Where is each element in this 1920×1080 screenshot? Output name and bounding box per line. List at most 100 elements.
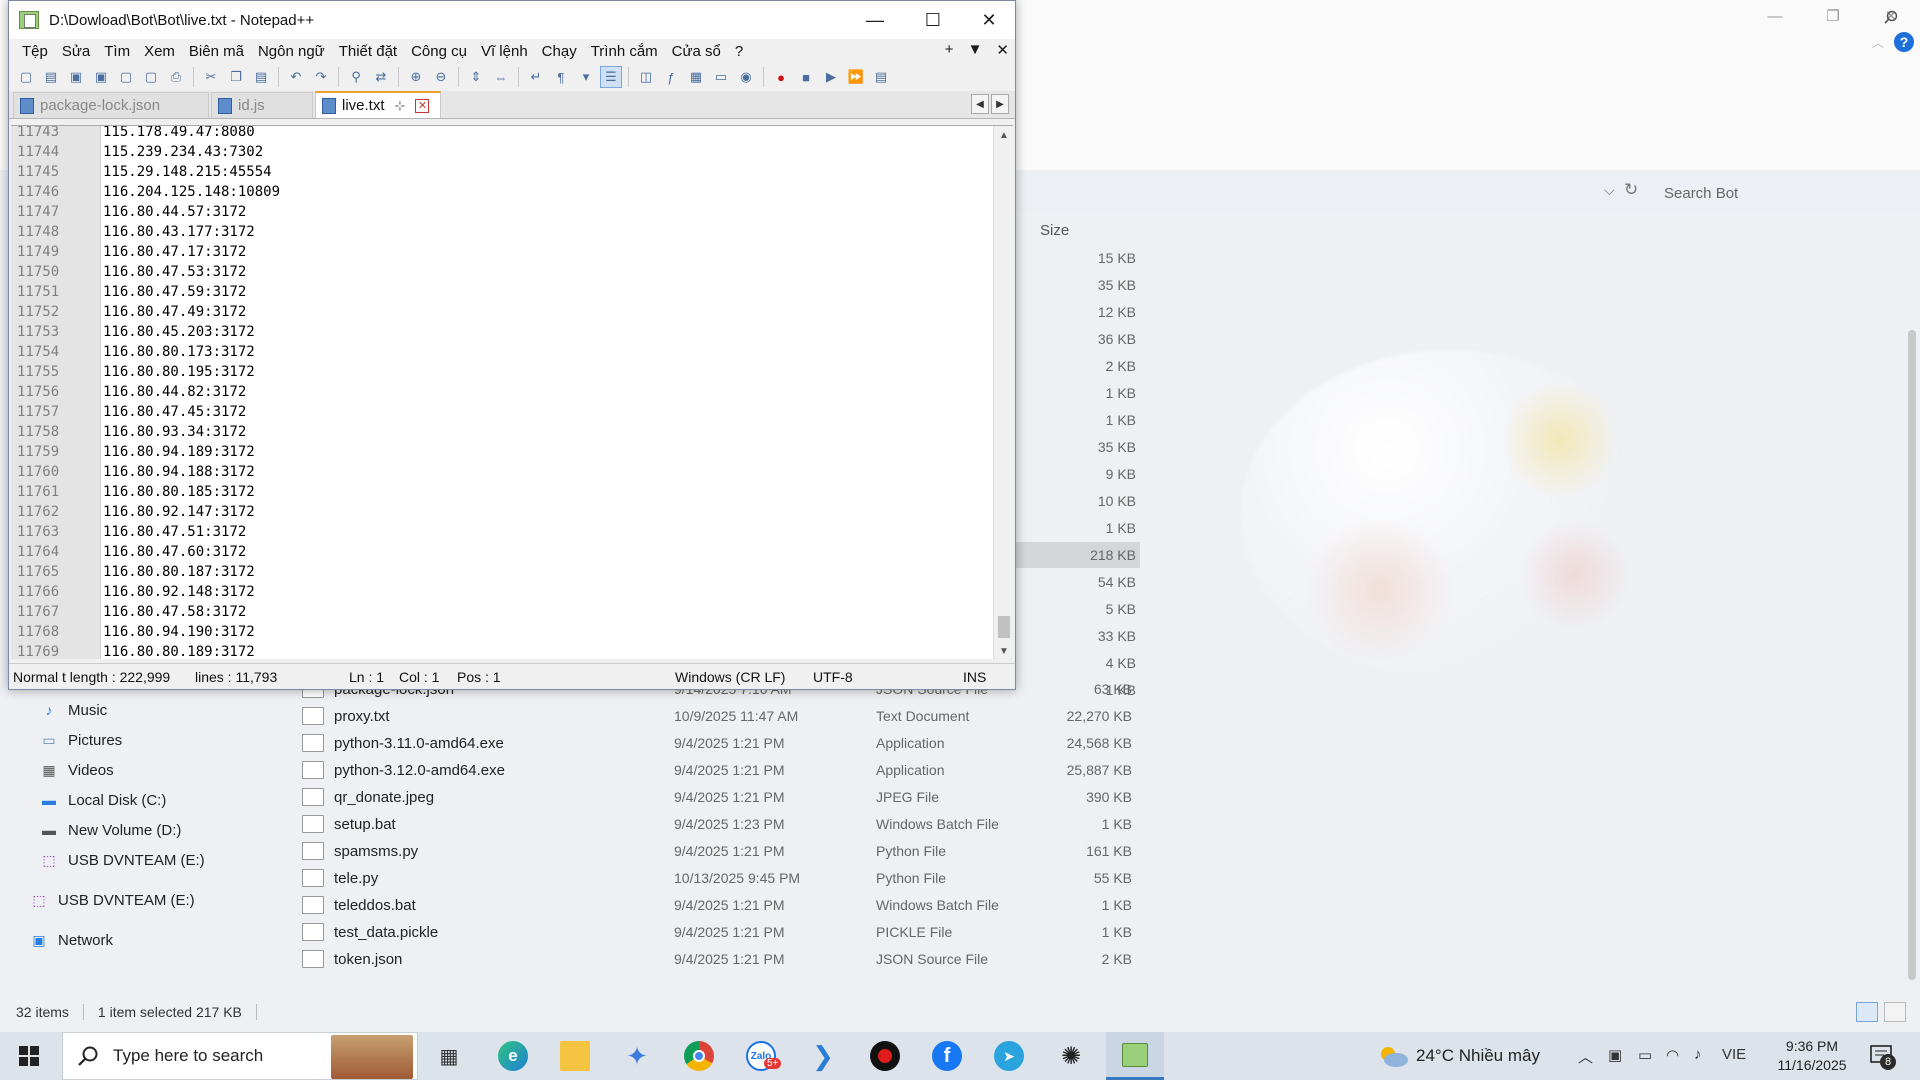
open-file-icon[interactable]: ▤ (40, 66, 62, 88)
tab-scroll-right-button[interactable]: ▶ (991, 94, 1009, 114)
size-column-header[interactable]: Size (1040, 222, 1069, 239)
undo-icon[interactable]: ↶ (285, 66, 307, 88)
maximize-button[interactable]: ☐ (905, 1, 961, 39)
file-row[interactable]: token.json 9/4/2025 1:21 PM JSON Source Fi… (290, 946, 1150, 972)
macro-run-multiple-icon[interactable]: ⏩ (845, 66, 867, 88)
ribbon-collapse-icon[interactable]: ︿ (1872, 34, 1884, 51)
file-row[interactable]: spamsms.py 9/4/2025 1:21 PM Python File 161… (290, 838, 1150, 864)
sync-horizontal-icon[interactable]: ⇔ (490, 66, 512, 88)
new-tab-button[interactable]: + (945, 41, 954, 59)
dropdown-icon[interactable]: ▾ (575, 66, 597, 88)
editor-scrollbar[interactable]: ▲ ▼ (993, 126, 1013, 659)
meet-icon[interactable]: ▣ (1608, 1046, 1622, 1064)
tiles-view-button[interactable] (1884, 1002, 1906, 1022)
folder-as-workspace-icon[interactable]: ▭ (710, 66, 732, 88)
pin-icon[interactable]: ⊹ (395, 98, 406, 114)
taskbar-zalo[interactable]: Zalo 5+ (736, 1032, 786, 1080)
taskbar-notepad-plus-plus[interactable] (1106, 1032, 1164, 1080)
nav-item[interactable]: ⬚ USB DVNTEAM (E:) (30, 887, 194, 913)
nav-item[interactable]: ▣ Network (30, 927, 113, 953)
menu-item[interactable]: Tệp (15, 43, 55, 60)
print-icon[interactable]: ⎙ (165, 66, 187, 88)
input-language[interactable]: VIE (1722, 1046, 1746, 1063)
minimize-button[interactable]: — (847, 1, 903, 39)
taskbar-telegram[interactable]: ➤ (984, 1032, 1034, 1080)
tab-list-button[interactable]: ▼ (968, 41, 983, 59)
show-hidden-icons-icon[interactable]: ︿ (1578, 1046, 1593, 1067)
taskbar-edge[interactable]: e (488, 1032, 538, 1080)
menu-item[interactable]: Chạy (535, 43, 584, 60)
nav-item[interactable]: ⬚ USB DVNTEAM (E:) (40, 847, 204, 873)
nav-item[interactable]: ▬ New Volume (D:) (40, 817, 181, 843)
menu-item[interactable]: Vĩ lệnh (474, 43, 535, 60)
close-button[interactable]: ✕ (961, 1, 1017, 39)
zoom-out-icon[interactable]: ⊖ (430, 66, 452, 88)
tab-close-icon[interactable]: ✕ (415, 98, 430, 113)
save-all-icon[interactable]: ▣ (90, 66, 112, 88)
start-button[interactable] (0, 1032, 58, 1080)
find-icon[interactable]: ⚲ (345, 66, 367, 88)
file-row[interactable]: tele.py 10/13/2025 9:45 PM Python File 55 K… (290, 865, 1150, 891)
show-all-characters-icon[interactable]: ¶ (550, 66, 572, 88)
nav-item[interactable]: ▭ Pictures (40, 727, 122, 753)
function-list-icon[interactable]: ƒ (660, 66, 682, 88)
word-wrap-icon[interactable]: ↵ (525, 66, 547, 88)
monitoring-icon[interactable]: ◉ (735, 66, 757, 88)
battery-icon[interactable]: ▭ (1638, 1046, 1652, 1064)
tab-scroll-left-button[interactable]: ◀ (971, 94, 989, 114)
save-icon[interactable]: ▣ (65, 66, 87, 88)
explorer-restore-button[interactable]: ❐ (1804, 0, 1862, 32)
wifi-icon[interactable]: ◠ (1666, 1046, 1679, 1064)
details-view-button[interactable] (1856, 1002, 1878, 1022)
file-row[interactable]: teleddos.bat 9/4/2025 1:21 PM Windows Batc… (290, 892, 1150, 918)
taskbar-chatgpt[interactable]: ✺ (1046, 1032, 1096, 1080)
explorer-scrollbar[interactable] (1908, 330, 1916, 980)
file-row[interactable]: proxy.txt 10/9/2025 11:47 AM Text Document… (290, 703, 1150, 729)
refresh-icon[interactable]: ↻ (1624, 180, 1638, 200)
menu-item[interactable]: Sửa (55, 43, 97, 60)
nav-item[interactable]: ▦ Videos (40, 757, 113, 783)
file-row[interactable]: python-3.12.0-amd64.exe 9/4/2025 1:21 PM A… (290, 757, 1150, 783)
macro-save-icon[interactable]: ▤ (870, 66, 892, 88)
copy-icon[interactable]: ❐ (225, 66, 247, 88)
address-dropdown-icon[interactable]: ⌵ (1604, 182, 1615, 199)
replace-icon[interactable]: ⇄ (370, 66, 392, 88)
scroll-down-button[interactable]: ▼ (994, 642, 1013, 659)
language-icon[interactable]: ◫ (635, 66, 657, 88)
taskbar-chrome[interactable] (674, 1032, 724, 1080)
document-tab[interactable]: id.js (211, 92, 313, 118)
file-row[interactable]: setup.bat 9/4/2025 1:23 PM Windows Batch F… (290, 811, 1150, 837)
taskbar-recorder[interactable] (860, 1032, 910, 1080)
paste-icon[interactable]: ▤ (250, 66, 272, 88)
taskbar-facebook[interactable]: f (922, 1032, 972, 1080)
sync-vertical-icon[interactable]: ⇕ (465, 66, 487, 88)
file-row[interactable]: python-3.11.0-amd64.exe 9/4/2025 1:21 PM A… (290, 730, 1150, 756)
file-row[interactable]: qr_donate.jpeg 9/4/2025 1:21 PM JPEG File 3… (290, 784, 1150, 810)
menu-item[interactable]: Xem (137, 43, 182, 60)
redo-icon[interactable]: ↷ (310, 66, 332, 88)
explorer-minimize-button[interactable]: — (1746, 0, 1804, 32)
menu-item[interactable]: Biên mã (182, 43, 251, 60)
indent-guide-icon[interactable]: ☰ (600, 66, 622, 88)
file-row[interactable]: test_data.pickle 9/4/2025 1:21 PM PICKLE F… (290, 919, 1150, 945)
macro-stop-icon[interactable]: ■ (795, 66, 817, 88)
menu-item[interactable]: ? (728, 43, 750, 60)
text-editor[interactable]: 11743 11744 11745 11746 11747 11748 11749 11750… (11, 125, 1013, 659)
document-tab[interactable]: package-lock.json (13, 92, 209, 118)
menu-item[interactable]: Ngôn ngữ (251, 43, 332, 60)
nav-item[interactable]: ▬ Local Disk (C:) (40, 787, 166, 813)
help-icon[interactable]: ? (1894, 32, 1914, 52)
scroll-up-button[interactable]: ▲ (994, 126, 1013, 144)
weather-text[interactable]: 24°C Nhiều mây (1416, 1046, 1540, 1066)
zoom-in-icon[interactable]: ⊕ (405, 66, 427, 88)
task-view-button[interactable]: ▦ (424, 1032, 474, 1080)
taskbar-vscode[interactable]: ❯ (798, 1032, 848, 1080)
macro-record-icon[interactable]: ● (770, 66, 792, 88)
taskbar-copilot[interactable]: ✦ (612, 1032, 662, 1080)
close-document-button[interactable]: ✕ (996, 41, 1009, 59)
cut-icon[interactable]: ✂ (200, 66, 222, 88)
close-all-icon[interactable]: ▢ (140, 66, 162, 88)
document-map-icon[interactable]: ▦ (685, 66, 707, 88)
new-file-icon[interactable]: ▢ (15, 66, 37, 88)
menu-item[interactable]: Trình cắm (584, 43, 665, 60)
